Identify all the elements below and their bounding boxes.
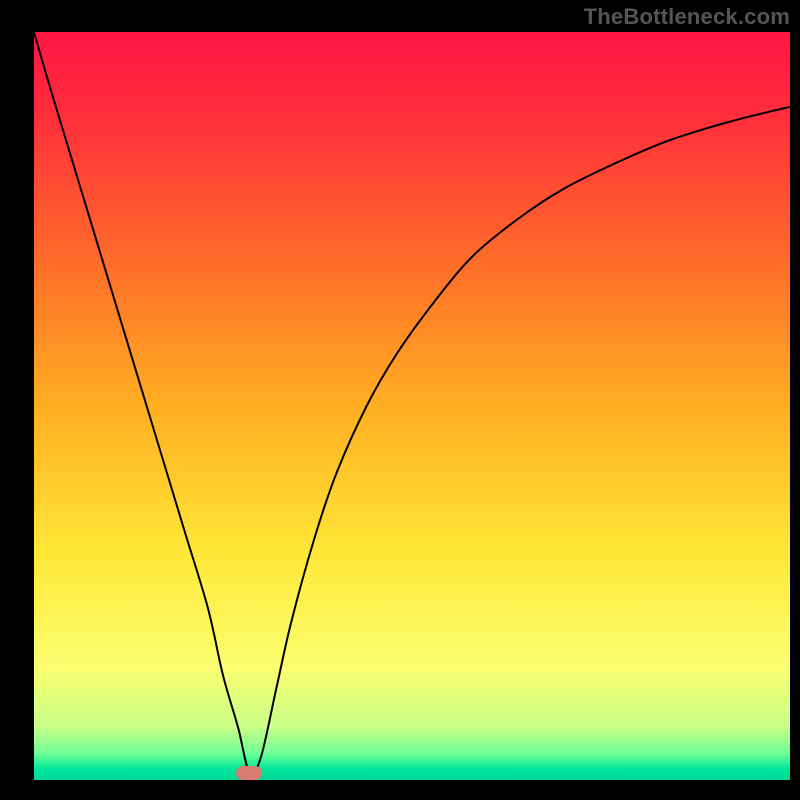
watermark-text: TheBottleneck.com	[584, 4, 790, 30]
curve-path	[34, 32, 790, 774]
chart-frame: TheBottleneck.com	[0, 0, 800, 800]
bottleneck-curve	[34, 32, 790, 780]
plot-area	[34, 32, 790, 780]
optimal-point-marker	[236, 766, 262, 780]
